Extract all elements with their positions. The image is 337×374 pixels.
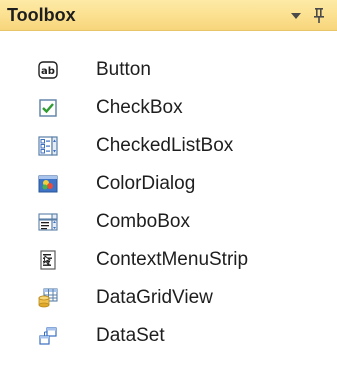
dataset-icon	[38, 326, 58, 346]
checkbox-icon	[38, 98, 58, 118]
toolbox-item-label: ColorDialog	[96, 173, 196, 194]
toolbox-item-label: DataSet	[96, 325, 165, 346]
toolbox-item-combo-box[interactable]: ComboBox	[0, 203, 337, 241]
toolbox-item-label: CheckBox	[96, 97, 183, 118]
toolbox-item-label: ComboBox	[96, 211, 190, 232]
pin-icon	[314, 8, 324, 23]
toolbox-panel: Toolbox ab Button CheckBox CheckedListBo…	[0, 0, 337, 374]
toolbox-item-label: CheckedListBox	[96, 135, 234, 156]
toolbox-item-color-dialog[interactable]: ColorDialog	[0, 165, 337, 203]
toolbox-item-dataset[interactable]: DataSet	[0, 317, 337, 355]
toolbox-item-label: ContextMenuStrip	[96, 249, 249, 270]
toolbox-item-label: DataGridView	[96, 287, 213, 308]
combo-box-icon	[38, 212, 58, 232]
button-icon: ab	[38, 60, 58, 80]
window-position-dropdown-button[interactable]	[286, 5, 306, 25]
toolbox-item-label: Button	[96, 59, 151, 80]
checked-list-box-icon	[38, 136, 58, 156]
button-icon-text: ab	[41, 66, 55, 77]
toolbox-item-data-grid-view[interactable]: DataGridView	[0, 279, 337, 317]
color-dialog-icon	[38, 174, 58, 194]
data-grid-view-icon	[38, 288, 58, 308]
auto-hide-pin-button[interactable]	[309, 5, 329, 25]
toolbox-item-checkbox[interactable]: CheckBox	[0, 89, 337, 127]
toolbox-item-checked-list-box[interactable]: CheckedListBox	[0, 127, 337, 165]
context-menu-strip-icon	[38, 250, 58, 270]
triangle-down-icon	[291, 13, 301, 19]
toolbox-title: Toolbox	[7, 5, 76, 25]
toolbox-item-button[interactable]: ab Button	[0, 51, 337, 89]
toolbox-title-bar[interactable]: Toolbox	[0, 0, 337, 31]
toolbox-item-context-menu-strip[interactable]: ContextMenuStrip	[0, 241, 337, 279]
